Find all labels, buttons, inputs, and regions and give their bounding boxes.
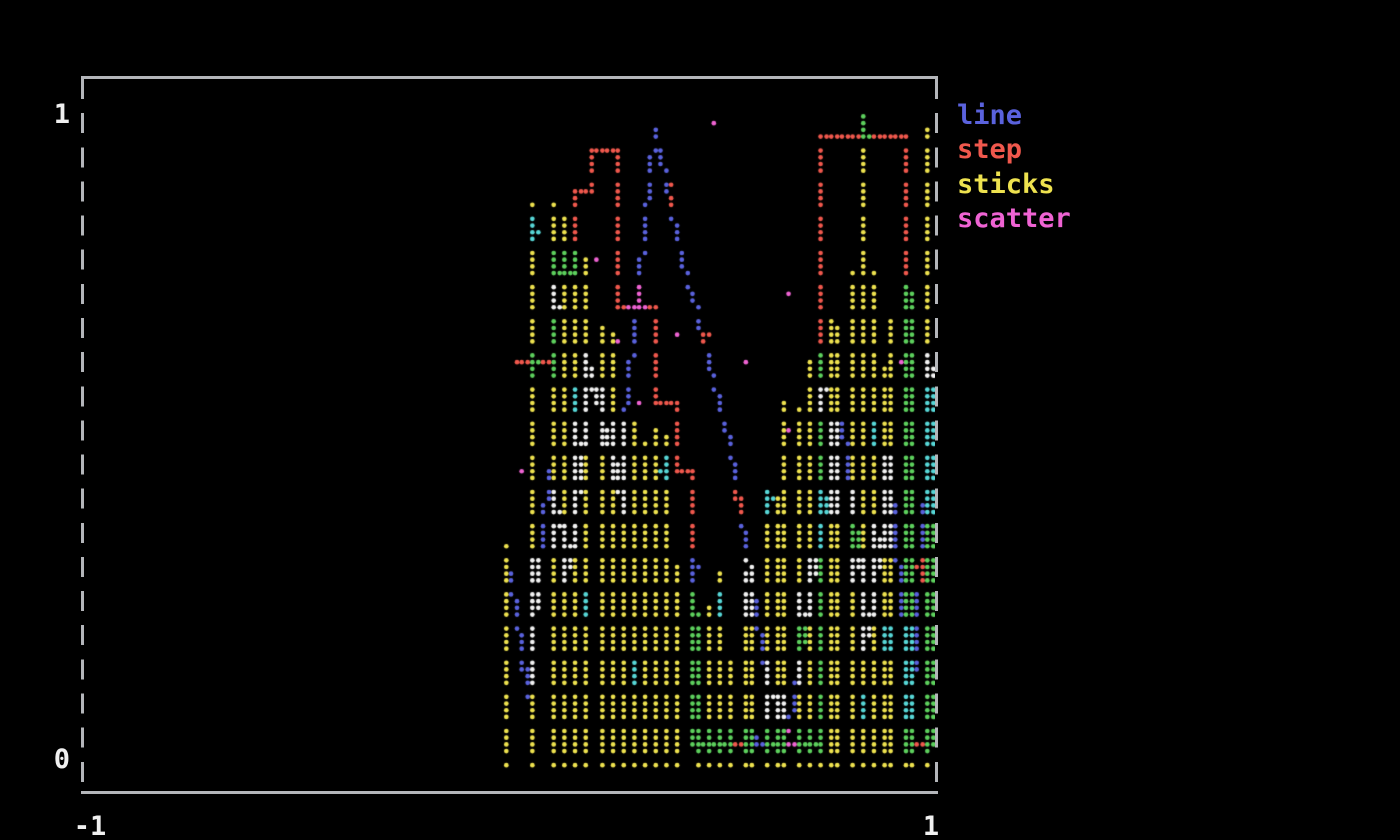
x-tick-neg1: -1 bbox=[72, 813, 108, 840]
terminal-screen: 1 0 -1 1 line step sticks scatter bbox=[0, 0, 1400, 840]
plot-border-right bbox=[935, 79, 938, 791]
y-tick-0: 0 bbox=[38, 746, 70, 774]
x-tick-1: 1 bbox=[915, 813, 947, 840]
legend-item-step: step bbox=[957, 133, 1071, 167]
legend-item-sticks: sticks bbox=[957, 168, 1071, 202]
legend-item-line: line bbox=[957, 99, 1071, 133]
y-tick-1: 1 bbox=[38, 101, 70, 129]
legend: line step sticks scatter bbox=[957, 99, 1071, 236]
legend-item-scatter: scatter bbox=[957, 202, 1071, 236]
plot-canvas bbox=[81, 76, 935, 793]
